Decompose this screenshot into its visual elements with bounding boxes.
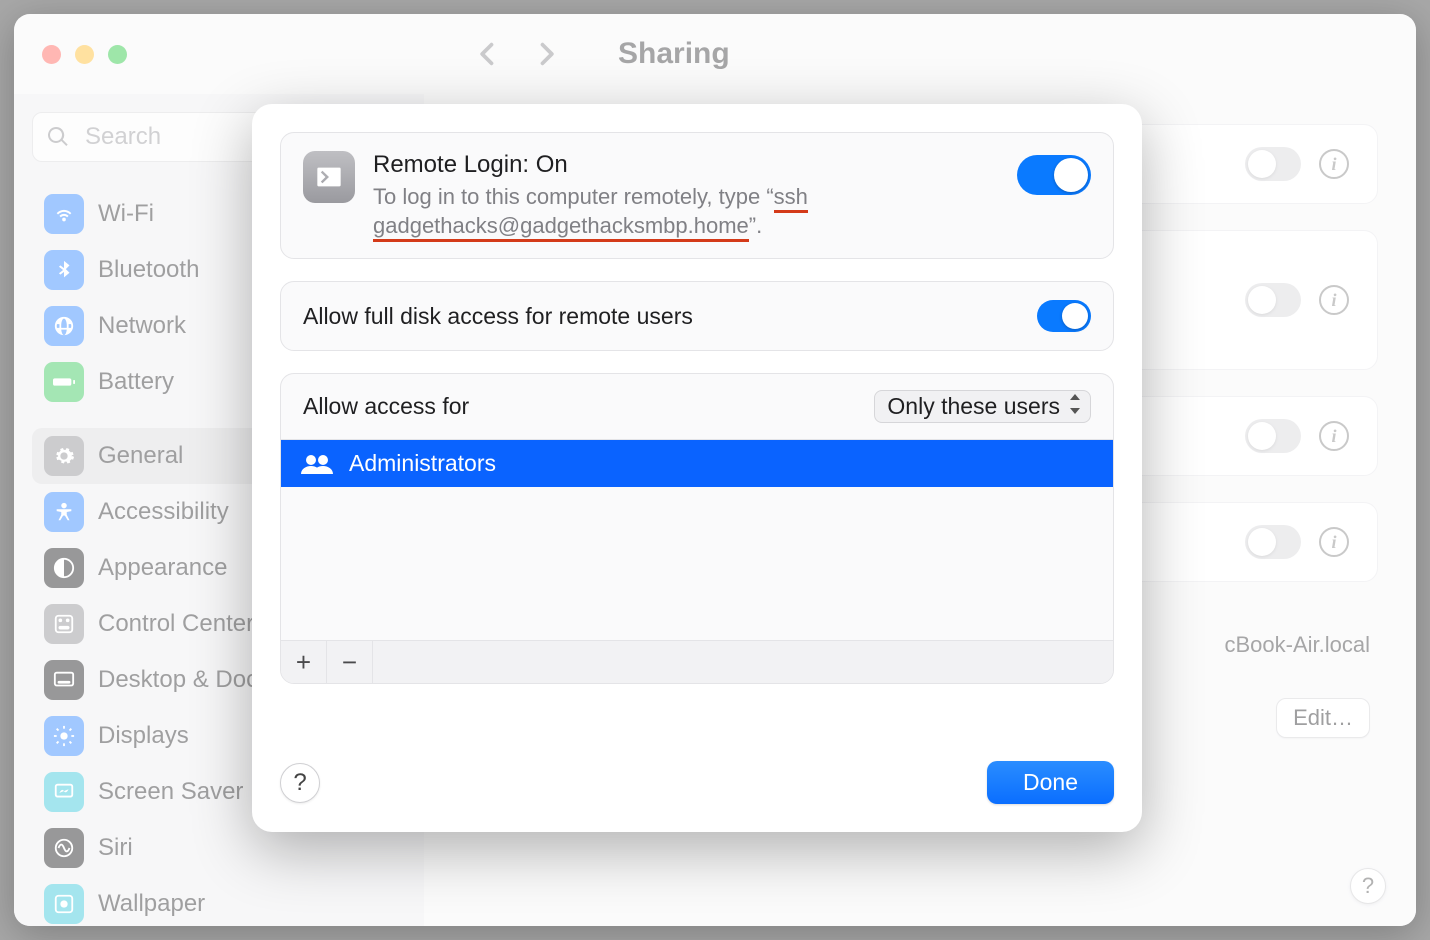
remote-login-title: Remote Login: On — [373, 151, 999, 179]
remote-login-card: Remote Login: On To log in to this compu… — [280, 132, 1114, 259]
full-disk-label: Allow full disk access for remote users — [303, 303, 693, 330]
access-header: Allow access for Only these users — [281, 374, 1113, 440]
remote-login-sheet: Remote Login: On To log in to this compu… — [252, 104, 1142, 832]
chevron-up-down-icon — [1068, 393, 1082, 420]
remote-login-subtitle: To log in to this computer remotely, typ… — [373, 183, 999, 240]
terminal-icon — [303, 151, 355, 203]
remote-login-text: Remote Login: On To log in to this compu… — [373, 151, 999, 240]
access-mode-popup[interactable]: Only these users — [874, 390, 1091, 423]
user-list-footer: + − — [281, 640, 1113, 683]
system-settings-window: Sharing Wi-FiBluetoothNetworkBatteryGene… — [14, 14, 1416, 926]
remove-user-button[interactable]: − — [327, 641, 373, 683]
full-disk-toggle[interactable] — [1037, 300, 1091, 332]
user-row-administrators[interactable]: Administrators — [281, 440, 1113, 487]
user-label: Administrators — [349, 450, 496, 477]
add-user-button[interactable]: + — [281, 641, 327, 683]
full-disk-card: Allow full disk access for remote users — [280, 281, 1114, 351]
users-icon — [301, 453, 333, 475]
access-label: Allow access for — [303, 393, 469, 420]
access-card: Allow access for Only these users Admini… — [280, 373, 1114, 684]
sheet-footer: ? Done — [280, 741, 1114, 804]
user-list[interactable]: Administrators — [281, 440, 1113, 640]
remote-login-toggle[interactable] — [1017, 155, 1091, 195]
sheet-help-button[interactable]: ? — [280, 763, 320, 803]
done-button[interactable]: Done — [987, 761, 1114, 804]
